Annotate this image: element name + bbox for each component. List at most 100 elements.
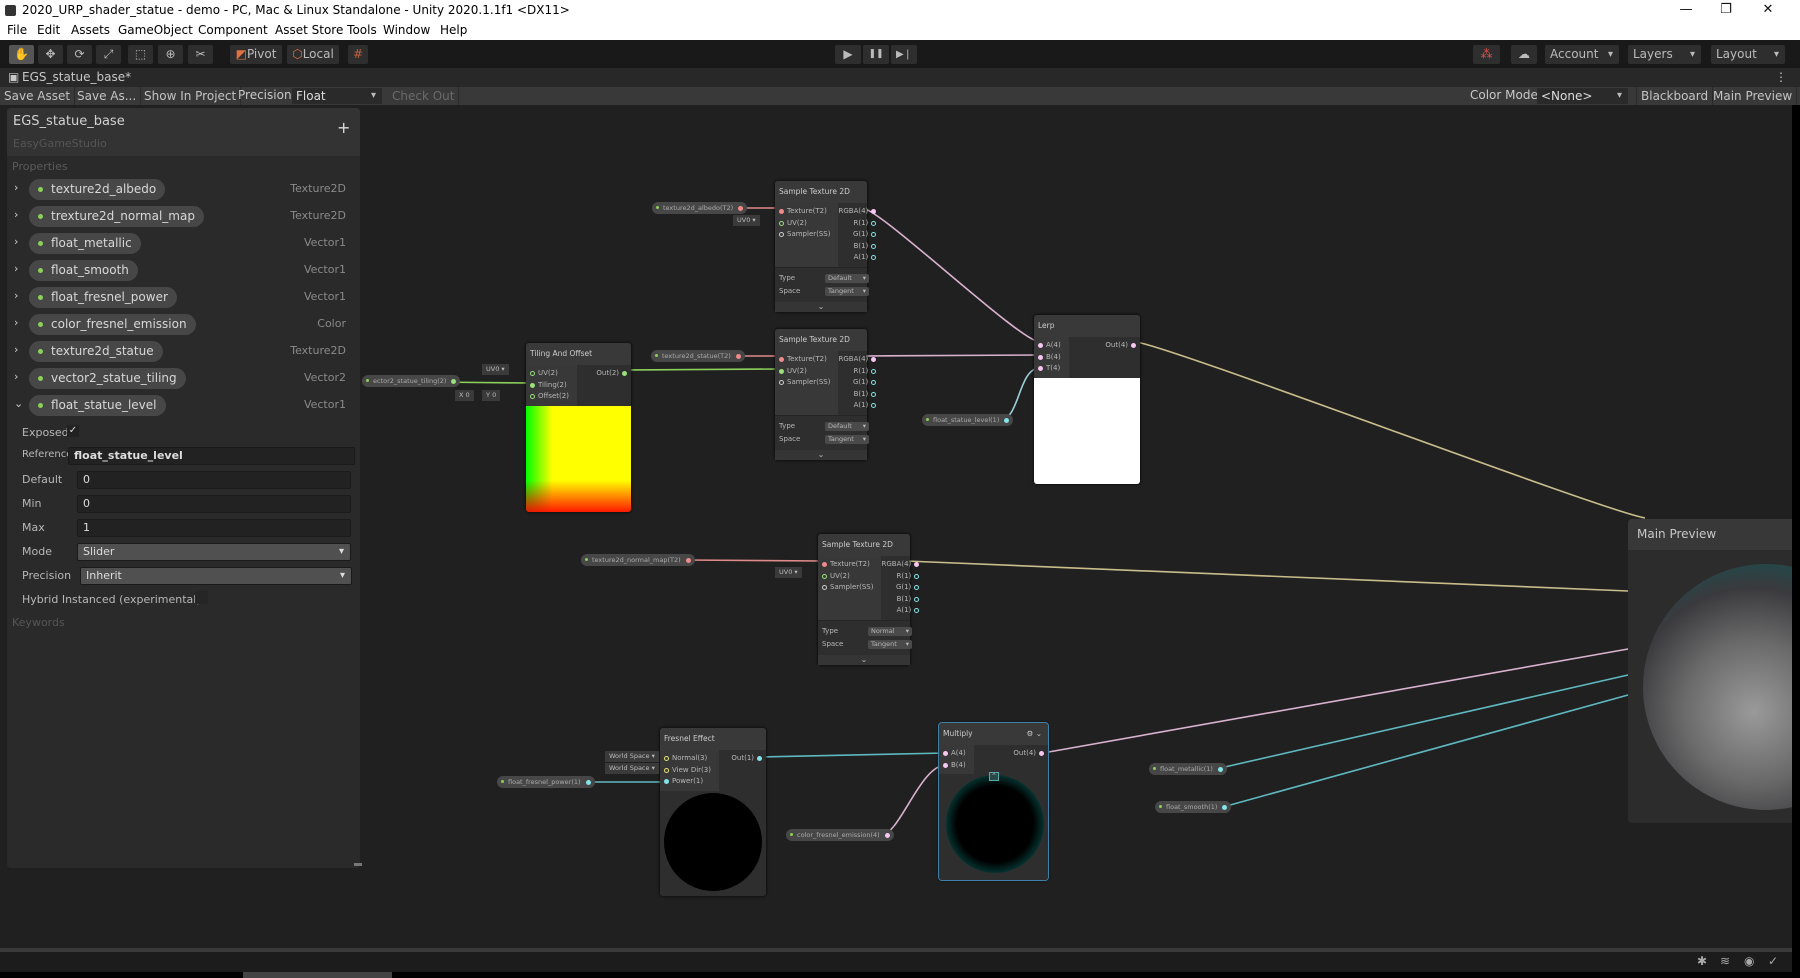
- input-port[interactable]: UV(2): [818, 571, 881, 583]
- port-dot-icon[interactable]: [1131, 343, 1136, 348]
- port-dot-icon[interactable]: [871, 403, 877, 408]
- blackboard-property-row[interactable]: › trexture2d_normal_map Texture2D: [7, 205, 360, 229]
- port-dot-icon[interactable]: [779, 232, 784, 237]
- input-port[interactable]: UV(2): [526, 368, 577, 380]
- lightbulb-icon[interactable]: ◉: [1744, 954, 1754, 968]
- node-title[interactable]: Tiling And Offset: [526, 343, 631, 365]
- input-port[interactable]: Texture(T2): [818, 559, 881, 571]
- output-port[interactable]: B(1): [838, 389, 880, 401]
- output-port[interactable]: A(1): [838, 400, 880, 412]
- blackboard-property-row[interactable]: › float_metallic Vector1: [7, 232, 360, 256]
- blackboard-property-row[interactable]: ⌄ float_statue_level Vector1: [7, 394, 360, 418]
- node-lerp[interactable]: Lerp A(4) B(4) T(4) Out(4): [1034, 315, 1140, 484]
- chevron-right-icon[interactable]: ›: [14, 262, 18, 275]
- port-dot-icon[interactable]: [779, 368, 784, 374]
- port-dot-icon[interactable]: [871, 391, 877, 397]
- node-title[interactable]: Lerp: [1034, 315, 1140, 337]
- check-circle-icon[interactable]: ✓: [1768, 954, 1778, 968]
- output-port[interactable]: Out(4): [1069, 340, 1140, 352]
- input-port[interactable]: A(4): [939, 748, 974, 760]
- property-node-level[interactable]: float_statue_level(1): [922, 414, 1014, 426]
- mode-dropdown[interactable]: Slider: [77, 543, 351, 561]
- uv-channel-dropdown[interactable]: UV0 ▾: [775, 567, 802, 578]
- port-dot-icon[interactable]: [735, 353, 741, 359]
- port-dot-icon[interactable]: [822, 585, 827, 590]
- port-dot-icon[interactable]: [685, 557, 691, 563]
- input-port[interactable]: Texture(T2): [775, 206, 838, 218]
- output-port[interactable]: RGBA(4): [881, 559, 923, 571]
- input-port[interactable]: Sampler(SS): [775, 377, 838, 389]
- input-port[interactable]: B(4): [1034, 352, 1069, 364]
- port-dot-icon[interactable]: [622, 371, 627, 376]
- output-port[interactable]: R(1): [881, 571, 923, 583]
- normal-space-dropdown[interactable]: World Space ▾: [605, 751, 659, 762]
- node-title[interactable]: Sample Texture 2D: [775, 329, 867, 351]
- port-dot-icon[interactable]: [738, 205, 744, 211]
- port-dot-icon[interactable]: [779, 380, 784, 385]
- offset-y-field[interactable]: Y 0: [482, 390, 501, 401]
- property-pill[interactable]: texture2d_albedo: [29, 179, 166, 200]
- property-node-statue[interactable]: texture2d_statue(T2): [651, 350, 745, 362]
- property-node-albedo[interactable]: texture2d_albedo(T2): [652, 202, 748, 214]
- chevron-right-icon[interactable]: ›: [14, 370, 18, 383]
- port-dot-icon[interactable]: [779, 209, 784, 214]
- output-port[interactable]: A(1): [881, 605, 923, 617]
- port-dot-icon[interactable]: [871, 209, 877, 214]
- add-property-button[interactable]: +: [337, 118, 350, 137]
- input-port[interactable]: Tiling(2): [526, 380, 577, 392]
- taskbar-item[interactable]: [243, 972, 392, 978]
- port-dot-icon[interactable]: [757, 756, 762, 761]
- expand-chevron-icon[interactable]: ⌄: [775, 449, 867, 460]
- output-port[interactable]: Out(1): [719, 753, 766, 765]
- property-pill[interactable]: trexture2d_normal_map: [29, 206, 204, 227]
- input-port[interactable]: View Dir(3): [660, 765, 719, 777]
- property-pill[interactable]: texture2d_statue: [29, 341, 163, 362]
- blackboard-property-row[interactable]: › texture2d_albedo Texture2D: [7, 178, 360, 202]
- port-dot-icon[interactable]: [871, 243, 877, 249]
- port-dot-icon[interactable]: [1222, 804, 1228, 810]
- uv-channel-dropdown[interactable]: UV0 ▾: [733, 215, 760, 226]
- input-port[interactable]: Offset(2): [526, 391, 577, 403]
- bug-icon[interactable]: ✱: [1697, 954, 1707, 968]
- max-input[interactable]: 1: [77, 519, 351, 537]
- property-pill[interactable]: float_statue_level: [29, 395, 166, 416]
- default-input[interactable]: 0: [77, 471, 351, 489]
- resize-handle[interactable]: [354, 863, 362, 866]
- output-port[interactable]: G(1): [881, 582, 923, 594]
- port-dot-icon[interactable]: [451, 378, 457, 384]
- input-port[interactable]: Sampler(SS): [818, 582, 881, 594]
- chevron-down-icon[interactable]: ⌄: [14, 397, 23, 410]
- output-port[interactable]: A(1): [838, 252, 880, 264]
- port-dot-icon[interactable]: [914, 585, 920, 590]
- port-dot-icon[interactable]: [1217, 766, 1223, 772]
- input-port[interactable]: UV(2): [775, 366, 838, 378]
- property-node-smooth[interactable]: float_smooth(1): [1155, 801, 1232, 813]
- output-port[interactable]: G(1): [838, 377, 880, 389]
- port-dot-icon[interactable]: [871, 232, 877, 237]
- port-dot-icon[interactable]: [884, 832, 890, 838]
- property-node-emission[interactable]: color_fresnel_emission(4): [786, 829, 894, 841]
- node-sample-albedo[interactable]: Sample Texture 2D Texture(T2) UV(2) Sampler…: [775, 181, 877, 312]
- port-dot-icon[interactable]: [1038, 354, 1043, 360]
- property-pill[interactable]: float_fresnel_power: [29, 287, 177, 308]
- port-dot-icon[interactable]: [1038, 366, 1043, 371]
- property-node-fpower[interactable]: float_fresnel_power(1): [497, 776, 595, 788]
- port-dot-icon[interactable]: [664, 779, 669, 784]
- port-dot-icon[interactable]: [530, 371, 535, 376]
- blackboard-property-row[interactable]: › float_smooth Vector1: [7, 259, 360, 283]
- chevron-right-icon[interactable]: ›: [14, 181, 18, 194]
- precision-dropdown[interactable]: Inherit: [80, 567, 352, 585]
- property-node-normal[interactable]: texture2d_normal_map(T2): [581, 554, 695, 566]
- field-dropdown[interactable]: Default: [825, 421, 869, 431]
- output-port[interactable]: R(1): [838, 218, 880, 230]
- port-dot-icon[interactable]: [914, 608, 920, 613]
- input-port[interactable]: T(4): [1034, 363, 1069, 375]
- chevron-right-icon[interactable]: ›: [14, 289, 18, 302]
- chevron-right-icon[interactable]: ›: [14, 208, 18, 221]
- field-dropdown[interactable]: Tangent: [825, 286, 869, 296]
- property-node-tiling[interactable]: ector2_statue_tiling(2): [362, 375, 461, 387]
- port-dot-icon[interactable]: [1038, 343, 1043, 348]
- node-fresnel[interactable]: Fresnel Effect Normal(3) View Dir(3) Power(…: [660, 728, 766, 896]
- output-port[interactable]: R(1): [838, 366, 880, 378]
- input-port[interactable]: UV(2): [775, 218, 838, 230]
